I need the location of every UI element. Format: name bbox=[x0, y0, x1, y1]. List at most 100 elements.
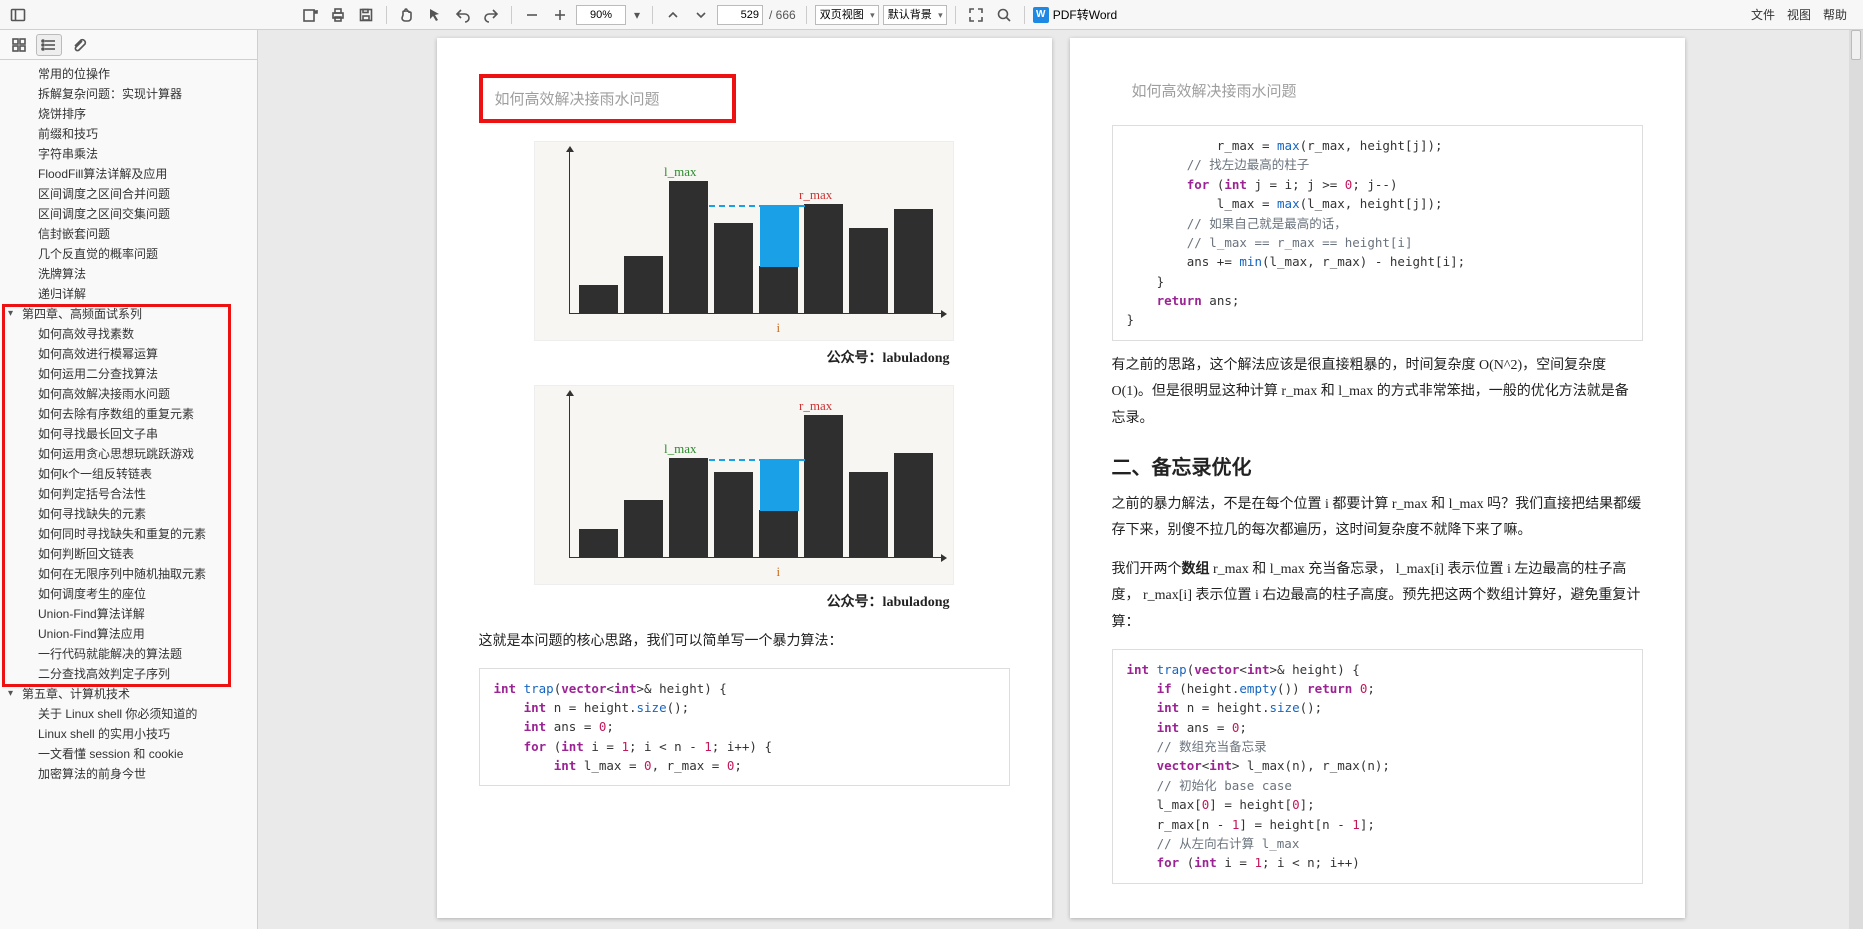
chart-label: r_max bbox=[799, 398, 832, 414]
hand-tool-button[interactable] bbox=[395, 3, 419, 27]
outline-item[interactable]: 如何运用二分查找算法 bbox=[2, 364, 257, 384]
search-button[interactable] bbox=[992, 3, 1016, 27]
thumbnails-tab[interactable] bbox=[6, 34, 32, 56]
outline-item[interactable]: 如何去除有序数组的重复元素 bbox=[2, 404, 257, 424]
bar bbox=[714, 223, 753, 313]
outline-item[interactable]: 二分查找高效判定子序列 bbox=[2, 664, 257, 684]
zoom-dropdown-button[interactable]: ▾ bbox=[630, 3, 644, 27]
outline-item[interactable]: 洗牌算法 bbox=[2, 264, 257, 284]
attachments-tab[interactable] bbox=[66, 34, 92, 56]
bar bbox=[849, 228, 888, 313]
outline-item[interactable]: Linux shell 的实用小技巧 bbox=[2, 724, 257, 744]
right-para2: 之前的暴力解法，不是在每个位置 i 都要计算 r_max 和 l_max 吗？我… bbox=[1112, 492, 1643, 545]
outline-list[interactable]: 常用的位操作拆解复杂问题：实现计算器烧饼排序前缀和技巧字符串乘法FloodFil… bbox=[0, 60, 257, 929]
menu-view[interactable]: 视图 bbox=[1787, 6, 1811, 23]
bar bbox=[894, 453, 933, 557]
outline-item[interactable]: 拆解复杂问题：实现计算器 bbox=[2, 84, 257, 104]
outline-item[interactable]: 如何寻找最长回文子串 bbox=[2, 424, 257, 444]
outline-item[interactable]: 递归详解 bbox=[2, 284, 257, 304]
bar bbox=[849, 472, 888, 557]
bar bbox=[579, 285, 618, 313]
left-body-text: 这就是本问题的核心思路，我们可以简单写一个暴力算法： bbox=[479, 629, 1010, 656]
outline-item[interactable]: 如何高效进行模幂运算 bbox=[2, 344, 257, 364]
outline-item[interactable]: 一文看懂 session 和 cookie bbox=[2, 744, 257, 764]
right-para1: 有之前的思路，这个解法应该是很直接粗暴的，时间复杂度 O(N^2)，空间复杂度 … bbox=[1112, 353, 1643, 433]
view-mode-dropdown[interactable]: 双页视图 bbox=[815, 5, 879, 25]
outline-item[interactable]: 加密算法的前身今世 bbox=[2, 764, 257, 784]
outline-item[interactable]: 区间调度之区间交集问题 bbox=[2, 204, 257, 224]
fullscreen-button[interactable] bbox=[964, 3, 988, 27]
outline-item[interactable]: 如何判断回文链表 bbox=[2, 544, 257, 564]
zoom-in-button[interactable] bbox=[548, 3, 572, 27]
outline-item[interactable]: 区间调度之区间合并问题 bbox=[2, 184, 257, 204]
chart-label: i bbox=[777, 564, 781, 580]
page-number-input[interactable] bbox=[717, 5, 763, 25]
outline-item[interactable]: 一行代码就能解决的算法题 bbox=[2, 644, 257, 664]
outline-tab[interactable] bbox=[36, 34, 62, 56]
outline-item[interactable]: 如何高效解决接雨水问题 bbox=[2, 384, 257, 404]
zoom-out-button[interactable] bbox=[520, 3, 544, 27]
outline-item[interactable]: 如何k个一组反转链表 bbox=[2, 464, 257, 484]
print-button[interactable] bbox=[326, 3, 350, 27]
bar bbox=[579, 529, 618, 557]
outline-item[interactable]: Union-Find算法应用 bbox=[2, 624, 257, 644]
outline-item[interactable]: 关于 Linux shell 你必须知道的 bbox=[2, 704, 257, 724]
bar bbox=[624, 500, 663, 557]
chart1-caption: 公众号：labuladong bbox=[479, 347, 950, 367]
viewer-scrollbar[interactable] bbox=[1849, 30, 1863, 929]
outline-item[interactable]: FloodFill算法详解及应用 bbox=[2, 164, 257, 184]
page-left-heading: 如何高效解决接雨水问题 bbox=[495, 88, 660, 109]
zoom-input[interactable] bbox=[576, 5, 626, 25]
outline-item[interactable]: 几个反直觉的概率问题 bbox=[2, 244, 257, 264]
outline-item[interactable]: Union-Find算法详解 bbox=[2, 604, 257, 624]
outline-item[interactable]: 常用的位操作 bbox=[2, 64, 257, 84]
sidebar-tabs bbox=[0, 30, 257, 60]
outline-chapter[interactable]: 第五章、计算机技术 bbox=[2, 687, 257, 701]
outline-item[interactable]: 前缀和技巧 bbox=[2, 124, 257, 144]
code-block-bottom-right: int trap(vector<int>& height) { if (heig… bbox=[1112, 649, 1643, 884]
right-para3: 我们开两个数组 r_max 和 l_max 充当备忘录， l_max[i] 表示… bbox=[1112, 557, 1643, 637]
menu-file[interactable]: 文件 bbox=[1751, 6, 1775, 23]
outline-item[interactable]: 如何在无限序列中随机抽取元素 bbox=[2, 564, 257, 584]
outline-item[interactable]: 如何判定括号合法性 bbox=[2, 484, 257, 504]
bar bbox=[894, 209, 933, 313]
document-viewer[interactable]: 如何高效解决接雨水问题 l_maxr_maxi 公众号：labuladong l… bbox=[258, 30, 1863, 929]
code-block-left: int trap(vector<int>& height) { int n = … bbox=[479, 668, 1010, 787]
page-left: 如何高效解决接雨水问题 l_maxr_maxi 公众号：labuladong l… bbox=[437, 38, 1052, 918]
outline-item[interactable]: 烧饼排序 bbox=[2, 104, 257, 124]
prev-page-button[interactable] bbox=[661, 3, 685, 27]
water-level-line bbox=[709, 205, 805, 207]
next-page-button[interactable] bbox=[689, 3, 713, 27]
outline-item[interactable]: 如何调度考生的座位 bbox=[2, 584, 257, 604]
bar bbox=[624, 256, 663, 313]
top-toolbar: ▾ / 666 双页视图 默认背景 W PDF转Word 文件 视图 帮助 bbox=[0, 0, 1863, 30]
redo-button[interactable] bbox=[479, 3, 503, 27]
select-tool-button[interactable] bbox=[423, 3, 447, 27]
water-fill bbox=[760, 205, 799, 266]
undo-button[interactable] bbox=[451, 3, 475, 27]
menu-help[interactable]: 帮助 bbox=[1823, 6, 1847, 23]
word-icon: W bbox=[1033, 7, 1049, 23]
save-button[interactable] bbox=[354, 3, 378, 27]
background-dropdown[interactable]: 默认背景 bbox=[883, 5, 947, 25]
chart-label: r_max bbox=[799, 187, 832, 203]
bar bbox=[759, 266, 798, 313]
chart-label: l_max bbox=[664, 164, 697, 180]
page-total-label: / 666 bbox=[767, 8, 798, 22]
outline-item[interactable]: 如何运用贪心思想玩跳跃游戏 bbox=[2, 444, 257, 464]
outline-item[interactable]: 信封嵌套问题 bbox=[2, 224, 257, 244]
bar bbox=[804, 204, 843, 313]
chart-label: l_max bbox=[664, 441, 697, 457]
outline-item[interactable]: 如何寻找缺失的元素 bbox=[2, 504, 257, 524]
open-button[interactable] bbox=[298, 3, 322, 27]
outline-item[interactable]: 如何高效寻找素数 bbox=[2, 324, 257, 344]
outline-item[interactable]: 字符串乘法 bbox=[2, 144, 257, 164]
page-right-heading: 如何高效解决接雨水问题 bbox=[1112, 74, 1317, 107]
chart-2: l_max r_maxi bbox=[534, 385, 954, 585]
outline-chapter[interactable]: 第四章、高频面试系列 bbox=[2, 307, 257, 321]
pdf-to-word-button[interactable]: W PDF转Word bbox=[1033, 6, 1117, 23]
outline-item[interactable]: 如何同时寻找缺失和重复的元素 bbox=[2, 524, 257, 544]
sidebar-toggle-button[interactable] bbox=[6, 3, 30, 27]
chart-label: i bbox=[777, 320, 781, 336]
bar bbox=[669, 458, 708, 557]
